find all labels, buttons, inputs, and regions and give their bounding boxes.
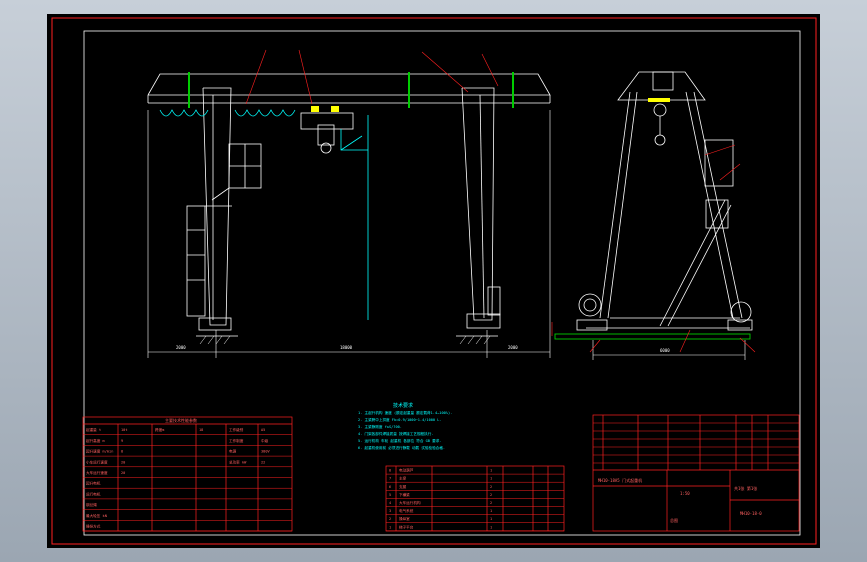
side-hook-highlight (648, 98, 670, 102)
parts-cell: 操纵室 (399, 516, 410, 521)
parts-cell: 1 (389, 525, 391, 529)
parameter-cell: 钢丝绳 (86, 502, 97, 507)
parameter-cell: 最大轮压 kN (86, 513, 107, 518)
tech-note-4: 4. 门架各部件焊接质量 按焊接工艺规程执行. (358, 431, 434, 436)
drawing-code: MH10-18-0 (740, 511, 762, 516)
parts-cell: 3 (389, 509, 391, 513)
parameter-table (82, 416, 293, 532)
dim-span: 18000 (340, 345, 353, 350)
tech-note-3: 3. 主梁静刚度 f≤S/700. (358, 424, 402, 429)
parameter-cell: 跨度m (155, 427, 164, 432)
tech-note-5: 5. 运行机构 车轮 起重机 各部位 符合 GB 要求. (358, 438, 441, 443)
parts-cell: 8 (389, 469, 391, 473)
parts-cell: 1 (490, 525, 492, 529)
tech-note-1: 1. 主起升机构 速度 (额定起重量 额定载荷1.4…100%). (358, 410, 452, 415)
parts-cell: 大车运行机构 (399, 500, 421, 505)
dim-left-overhang: 2000 (176, 345, 186, 350)
front-dim-lines (147, 110, 551, 358)
outer-border (51, 17, 817, 545)
parts-cell: 6 (389, 485, 391, 489)
tech-note-6: 6. 起重机使用前 必须进行静载 动载 试验检验合格. (358, 445, 445, 450)
parameter-cell: 20 (121, 471, 125, 475)
drawing-scale: 1:50 (680, 491, 690, 496)
parameter-cell: 8 (121, 450, 123, 454)
trolley-highlight (311, 106, 339, 112)
parts-cell: 2 (490, 501, 492, 505)
tech-notes: 技术要求 1. 主起升机构 速度 (额定起重量 额定载荷1.4…100%). 2… (358, 402, 452, 450)
parameter-cell: 运行电机 (86, 491, 101, 496)
parameter-cell: 中级 (261, 438, 269, 443)
parameter-cell: 起升速度 m/min (86, 449, 113, 454)
parameter-cell: 380V (261, 450, 270, 454)
parameter-cell: 22 (261, 460, 265, 464)
parts-cell: 梯子平台 (399, 524, 414, 529)
parts-cell: 5 (389, 493, 391, 497)
drawing-canvas: 2000 18000 2000 6000 技术要求 1. 主起升机构 速度 (额… (51, 17, 817, 545)
inner-border (83, 30, 801, 536)
parts-cell: 2 (490, 493, 492, 497)
tech-note-2: 2. 主梁跨中上拱度 Fk=0.9/1000~1.4/1000 L. (358, 417, 442, 422)
drawing-remark: 总图 (670, 517, 678, 523)
parts-cell: 1 (490, 509, 492, 513)
parts-cell: 主梁 (399, 476, 407, 481)
parts-cell: 2 (490, 485, 492, 489)
leader-lines (245, 49, 553, 336)
parameter-cell: 总功率 kW (229, 459, 247, 464)
parts-cell: 1 (490, 469, 492, 473)
parameter-cell: 18 (199, 428, 203, 432)
parameter-table-rows: 起重量 t 10t 跨度m 18 工作级别 A5 起升高度 m 9 工作制度 中级起升速度 m/m… (83, 427, 292, 532)
parts-cell: 电动葫芦 (399, 468, 414, 473)
parts-cell: 4 (389, 501, 391, 505)
front-elevation (147, 73, 551, 337)
side-elevation (576, 71, 753, 331)
parameter-cell: 20 (121, 460, 125, 464)
parts-cell: 7 (389, 477, 391, 481)
parameter-table-title: 主要技术性能参数 (165, 417, 197, 423)
parameter-cell: 工作级别 (229, 427, 244, 432)
dim-side-base: 6000 (660, 348, 670, 353)
parameter-cell: 9 (121, 439, 123, 443)
parameter-cell: 工作制度 (229, 438, 244, 443)
drawing-sheet-info: 共1张 第1张 (734, 485, 757, 491)
title-block (592, 414, 800, 532)
parts-cell: 1 (490, 517, 492, 521)
parameter-cell: 大车运行速度 (86, 470, 108, 475)
parameter-cell: 起重量 t (86, 427, 101, 432)
parts-cell: 1 (490, 477, 492, 481)
parameter-cell: 操纵方式 (86, 524, 101, 529)
drawing-name: MH10-18A5 门式起重机 (598, 477, 642, 483)
parts-cell: 支腿 (399, 484, 407, 489)
front-hatching (199, 335, 491, 345)
tech-notes-title: 技术要求 (393, 402, 413, 409)
parts-cell: 2 (389, 517, 391, 521)
parameter-cell: 起升电机 (86, 481, 101, 486)
parameter-cell: 电源 (229, 449, 237, 454)
festoon-cable (159, 109, 369, 320)
parts-list-rows: 8 电动葫芦 1 7 主梁 1 6 支腿 2 5 下横梁 2 4 大车运行机构 2 3 电气系统 1 2 操纵室 1 1 梯… (386, 468, 564, 532)
dim-right-overhang: 2000 (508, 345, 518, 350)
side-leader-lines (589, 144, 756, 353)
parameter-cell: 起升高度 m (86, 438, 105, 443)
parts-cell: 下横梁 (399, 492, 410, 497)
parameter-cell: A5 (261, 428, 265, 432)
parameter-cell: 小车运行速度 (86, 459, 108, 464)
parts-cell: 电气系统 (399, 508, 414, 513)
side-rail (554, 333, 751, 340)
parameter-cell: 10t (121, 428, 128, 432)
